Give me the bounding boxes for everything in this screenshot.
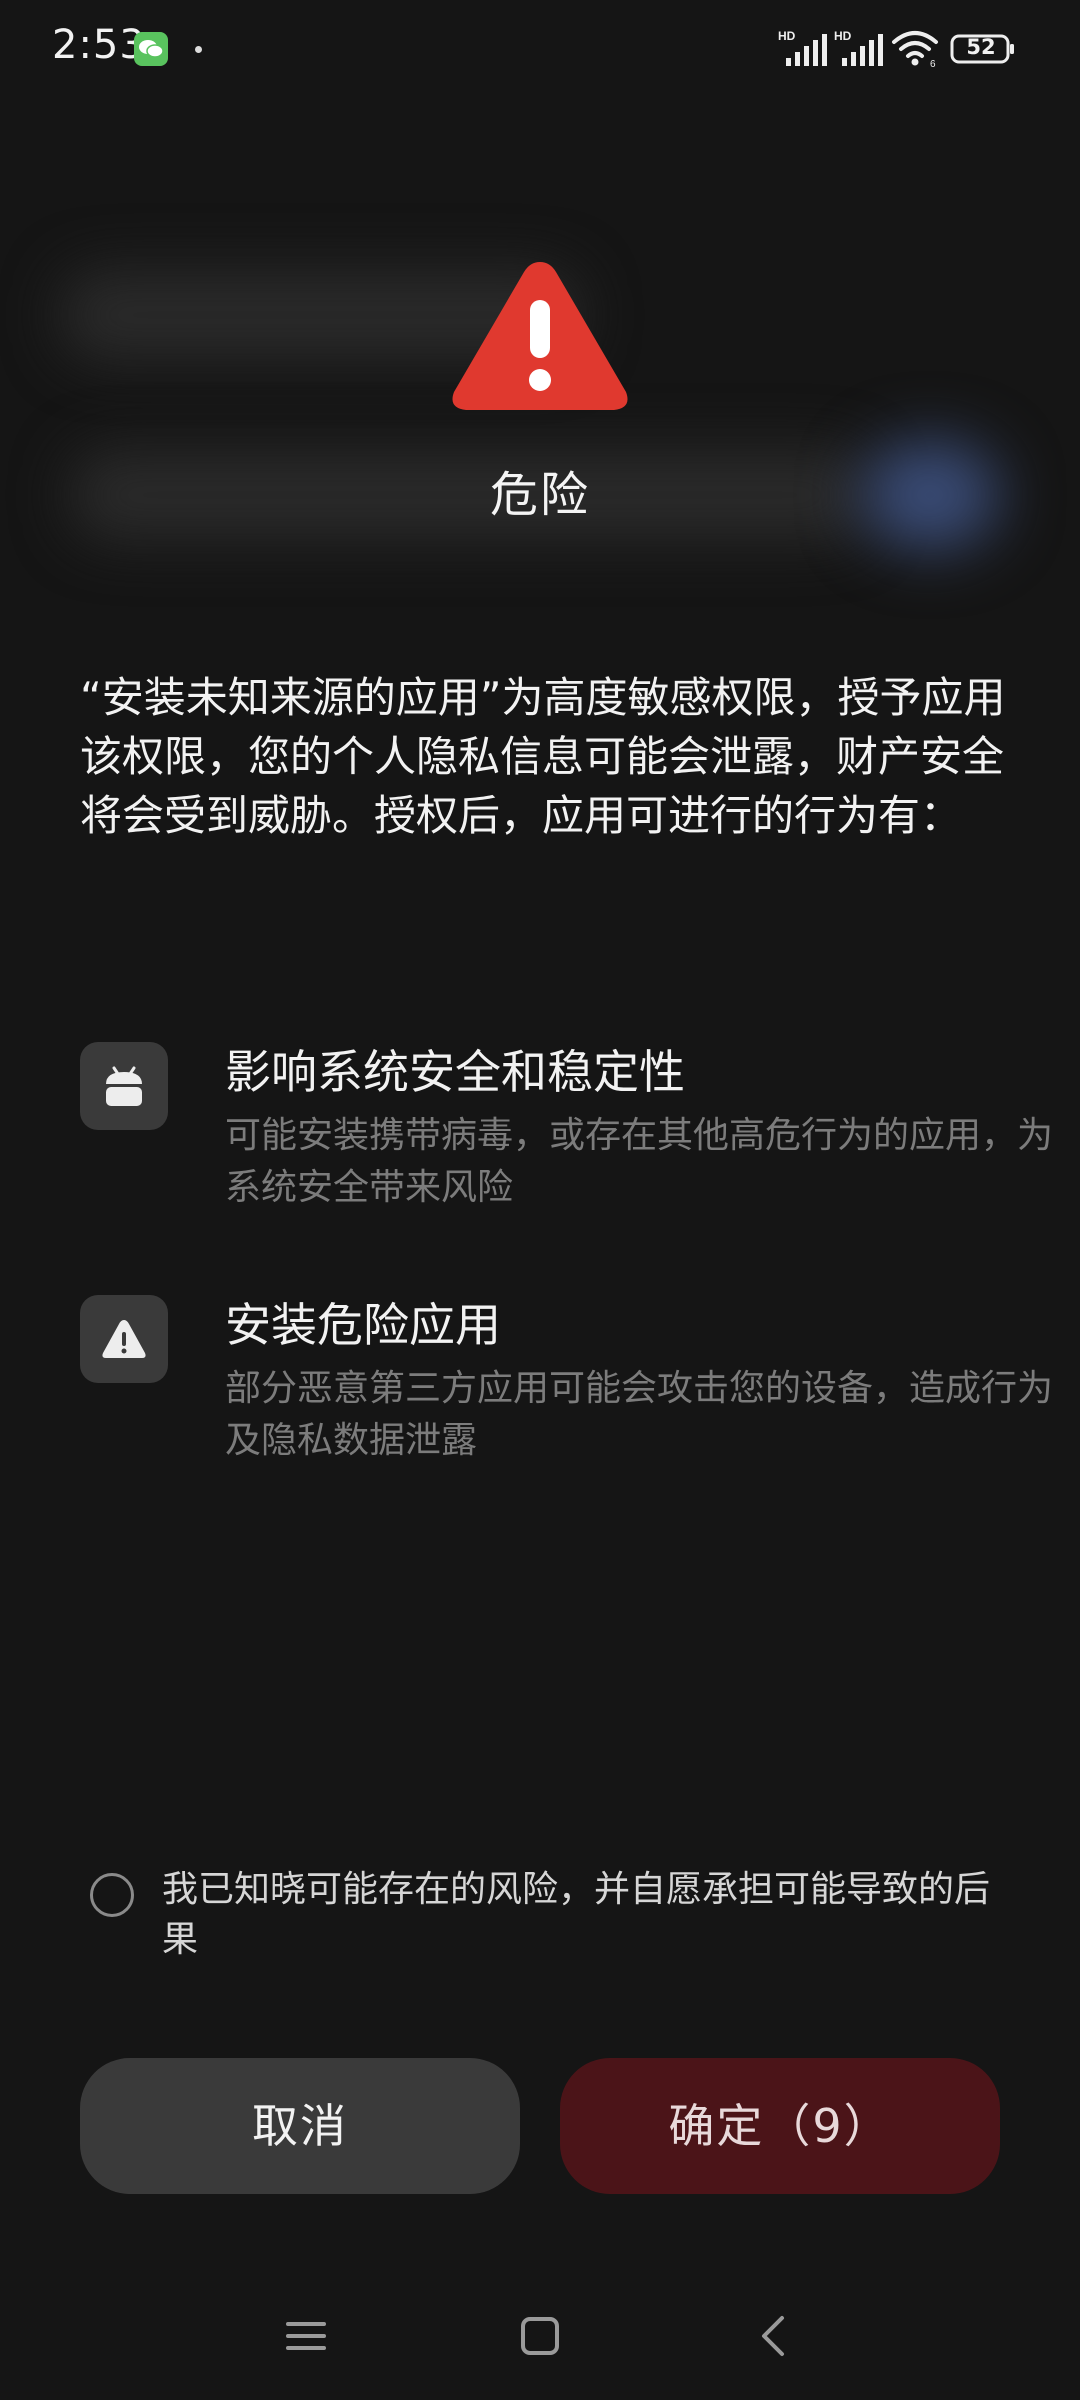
consent-label[interactable]: 我已知晓可能存在的风险，并自愿承担可能导致的后果 bbox=[162, 1865, 1012, 1965]
back-icon[interactable] bbox=[748, 2310, 800, 2362]
home-icon[interactable] bbox=[514, 2310, 566, 2362]
behavior-description: 部分恶意第三方应用可能会攻击您的设备，造成行为及隐私数据泄露 bbox=[225, 1368, 1054, 1461]
status-bar: 2:53 HD HD 6 52 bbox=[0, 0, 1080, 100]
behavior-item-system-security: 影响系统安全和稳定性 可能安装携带病毒，或存在其他高危行为的应用，为系统安全带来… bbox=[80, 1042, 1053, 1242]
warning-triangle-icon bbox=[80, 1295, 168, 1383]
hd-signal-icon: HD bbox=[834, 29, 883, 66]
behavior-title: 安装危险应用 bbox=[225, 1298, 501, 1352]
navigation-bar bbox=[0, 2290, 1080, 2380]
dialog-title: 危险 bbox=[489, 467, 590, 523]
menu-icon[interactable] bbox=[280, 2310, 332, 2362]
status-time: 2:53 bbox=[52, 22, 146, 68]
screen: 2:53 HD HD 6 52 危险 “安装未知来源的应用”为高度敏感权限，授予… bbox=[0, 0, 1080, 2400]
consent-row[interactable]: 我已知晓可能存在的风险，并自愿承担可能导致的后果 bbox=[90, 1865, 1010, 1965]
danger-warning-icon bbox=[452, 262, 628, 410]
wifi-icon: 6 bbox=[892, 31, 938, 68]
confirm-button[interactable]: 确定（9） bbox=[560, 2058, 1000, 2194]
svg-text:HD: HD bbox=[834, 29, 852, 43]
permission-description: “安装未知来源的应用”为高度敏感权限，授予应用该权限，您的个人隐私信息可能会泄露… bbox=[80, 673, 1006, 840]
notification-dot-icon bbox=[195, 46, 202, 53]
hd-signal-icon: HD bbox=[778, 29, 827, 66]
cancel-button[interactable]: 取消 bbox=[80, 2058, 520, 2194]
consent-checkbox[interactable] bbox=[90, 1873, 134, 1917]
behavior-description: 可能安装携带病毒，或存在其他高危行为的应用，为系统安全带来风险 bbox=[225, 1115, 1054, 1208]
android-icon bbox=[80, 1042, 168, 1130]
behavior-title: 影响系统安全和稳定性 bbox=[225, 1045, 685, 1099]
svg-text:6: 6 bbox=[930, 59, 936, 68]
svg-text:HD: HD bbox=[778, 29, 796, 43]
battery-level: 52 bbox=[966, 35, 996, 59]
wechat-icon bbox=[134, 32, 168, 66]
behavior-item-dangerous-apps: 安装危险应用 部分恶意第三方应用可能会攻击您的设备，造成行为及隐私数据泄露 bbox=[80, 1295, 1053, 1495]
